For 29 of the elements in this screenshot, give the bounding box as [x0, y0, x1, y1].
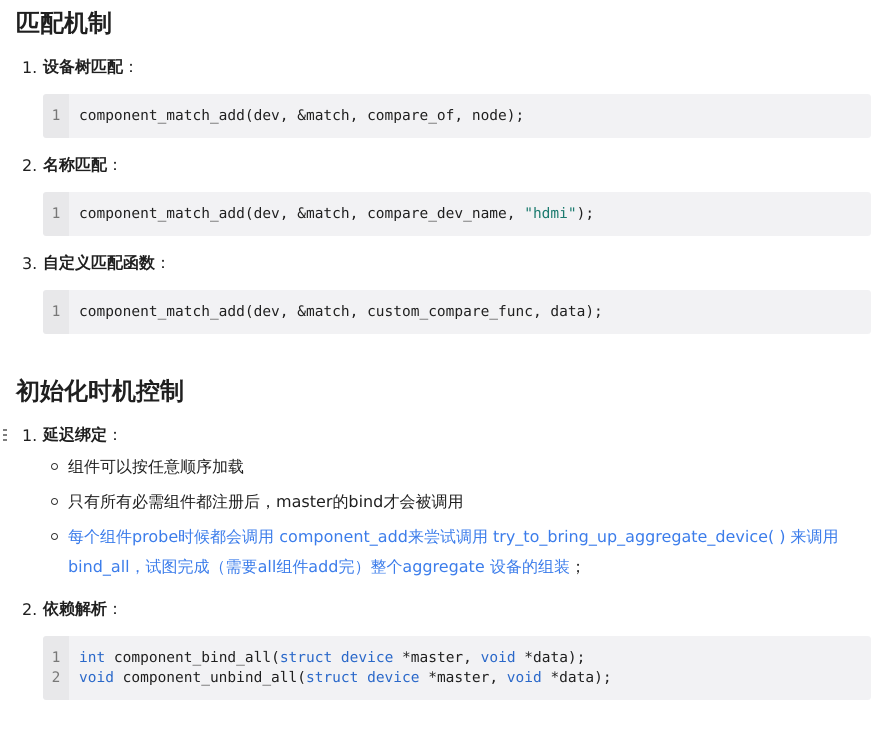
code-line: int component_bind_all(struct device *master, void *data); — [79, 649, 586, 668]
list-number: 1. — [21, 58, 38, 76]
list-number: 1. — [21, 426, 38, 444]
bullet-text: 组件可以按任意顺序加载 — [68, 456, 245, 478]
drag-handle-icon[interactable] — [3, 429, 7, 441]
list-item-title: 设备树匹配： — [43, 56, 139, 78]
section-heading: 匹配机制 — [16, 8, 113, 39]
list-item-title: 名称匹配： — [43, 154, 123, 176]
bullet-icon — [51, 463, 58, 470]
section-heading: 初始化时机控制 — [16, 376, 185, 407]
code-line: void component_unbind_all(struct device *master, void *data); — [79, 669, 613, 688]
list-number: 2. — [21, 600, 38, 618]
line-number: 1 — [50, 649, 62, 668]
line-number: 1 — [50, 107, 62, 126]
list-number: 2. — [21, 156, 38, 174]
list-item-title: 自定义匹配函数： — [43, 252, 171, 274]
bullet-text: 每个组件probe时候都会调用 component_add来尝试调用 try_to_bring_up_aggregate_device( ) 来调用bind_all，试图完成（需要all组件add完）整个aggregate 设备的组装； — [68, 526, 840, 578]
bullet-text: 只有所有必需组件都注册后，master的bind才会被调用 — [68, 491, 464, 513]
bullet-icon — [51, 533, 58, 540]
list-number: 3. — [21, 254, 38, 272]
line-number: 1 — [50, 303, 62, 322]
list-item-title: 延迟绑定： — [43, 424, 123, 446]
line-number: 2 — [50, 669, 62, 688]
code-line: component_match_add(dev, &match, compare_dev_name, "hdmi"); — [79, 205, 596, 224]
code-line: component_match_add(dev, &match, custom_compare_func, data); — [79, 303, 604, 322]
code-line: component_match_add(dev, &match, compare_of, node); — [79, 107, 526, 126]
bullet-icon — [51, 498, 58, 505]
list-item-title: 依赖解析： — [43, 598, 123, 620]
line-number: 1 — [50, 205, 62, 224]
